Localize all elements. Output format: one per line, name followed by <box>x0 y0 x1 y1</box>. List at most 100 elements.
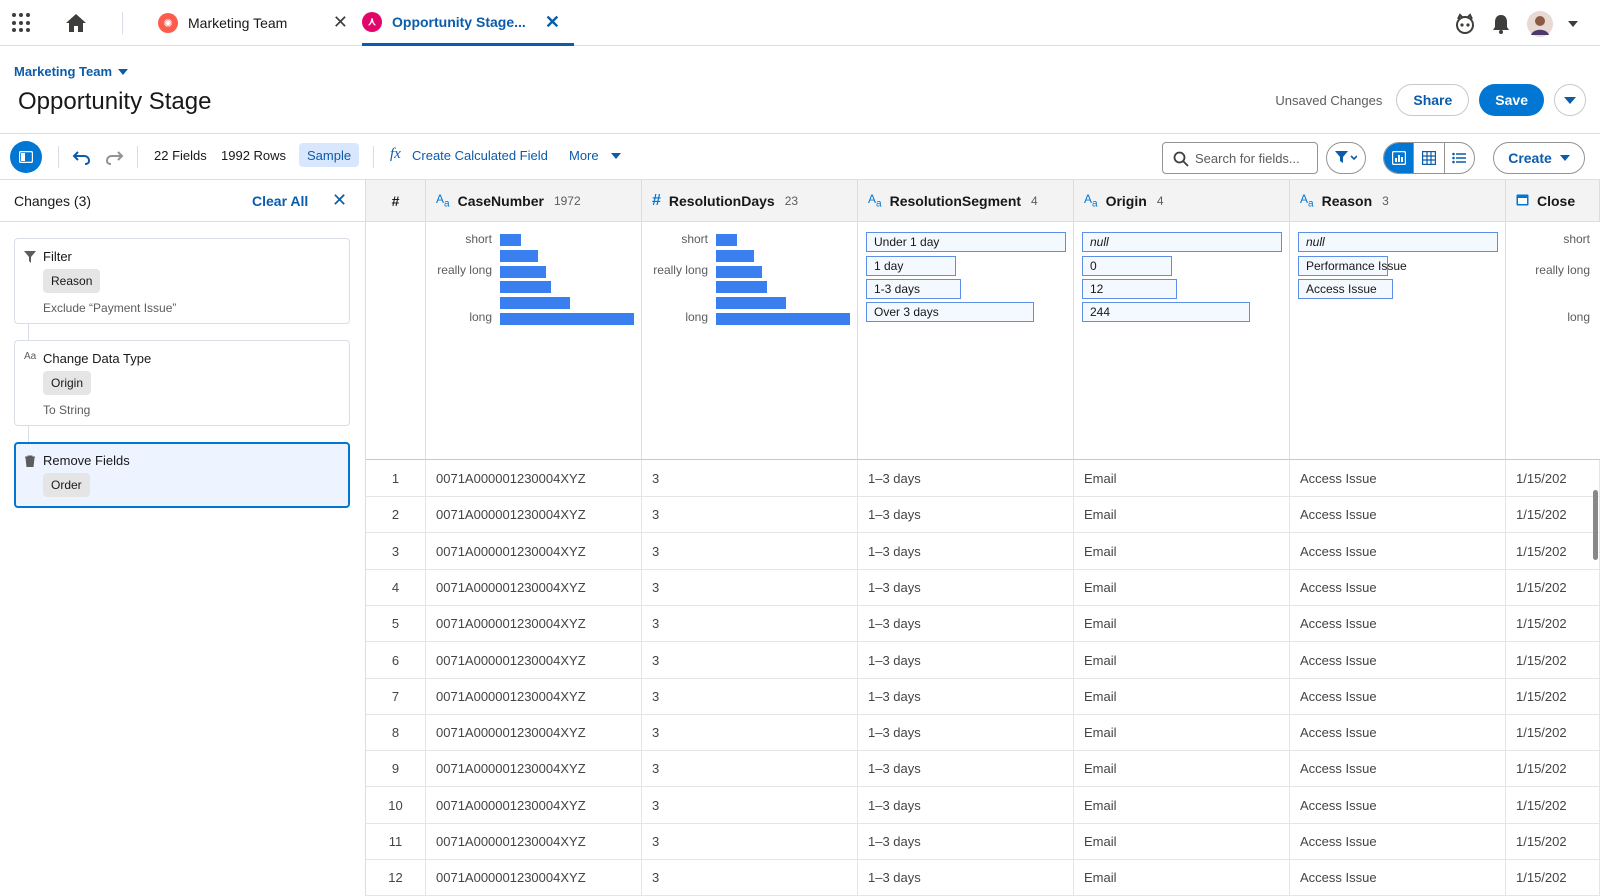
home-icon[interactable] <box>64 12 88 34</box>
table-row[interactable]: 10 0071A000001230004XYZ 3 1–3 days Email Acce… <box>366 786 1600 824</box>
table-row[interactable]: 6 0071A000001230004XYZ 3 1–3 days Email Acces… <box>366 641 1600 679</box>
breadcrumb[interactable]: Marketing Team <box>14 64 129 79</box>
origin-cell[interactable]: Email <box>1074 532 1290 570</box>
resolutionsegment-cell[interactable]: 1–3 days <box>858 823 1074 860</box>
create-button[interactable]: Create <box>1493 142 1585 174</box>
resolutionsegment-cell[interactable]: 1–3 days <box>858 568 1074 606</box>
row-number-cell[interactable]: 5 <box>366 605 426 643</box>
row-number-cell[interactable]: 10 <box>366 786 426 824</box>
reason-cell[interactable]: Access Issue <box>1290 605 1506 643</box>
astro-icon[interactable] <box>1454 13 1476 35</box>
chevron-down-icon[interactable] <box>1568 21 1578 27</box>
histogram-bar[interactable] <box>716 249 754 262</box>
resolutiondays-cell[interactable]: 3 <box>642 714 858 752</box>
column-header-close[interactable]: Close <box>1506 180 1600 222</box>
resolutionsegment-cell[interactable]: 1–3 days <box>858 677 1074 715</box>
reason-cell[interactable]: Access Issue <box>1290 677 1506 715</box>
row-number-cell[interactable]: 8 <box>366 714 426 752</box>
category-bar[interactable]: 1-3 days <box>866 279 961 299</box>
reason-cell[interactable]: Access Issue <box>1290 823 1506 860</box>
origin-cell[interactable]: Email <box>1074 568 1290 606</box>
reason-cell[interactable]: Access Issue <box>1290 859 1506 896</box>
reason-cell[interactable]: Access Issue <box>1290 496 1506 534</box>
table-row[interactable]: 7 0071A000001230004XYZ 3 1–3 days Email Acces… <box>366 677 1600 715</box>
resolutionsegment-cell[interactable]: 1–3 days <box>858 532 1074 570</box>
row-number-cell[interactable]: 11 <box>366 823 426 860</box>
table-row[interactable]: 8 0071A000001230004XYZ 3 1–3 days Email Acces… <box>366 714 1600 752</box>
table-row[interactable]: 9 0071A000001230004XYZ 3 1–3 days Email Acces… <box>366 750 1600 788</box>
resolutionsegment-cell[interactable]: 1–3 days <box>858 496 1074 534</box>
close-cell[interactable]: 1/15/202 <box>1506 568 1600 606</box>
create-calculated-field-button[interactable]: Create Calculated Field <box>412 148 548 163</box>
origin-cell[interactable]: Email <box>1074 786 1290 824</box>
casenumber-cell[interactable]: 0071A000001230004XYZ <box>426 786 642 824</box>
origin-cell[interactable]: Email <box>1074 641 1290 679</box>
resolutiondays-cell[interactable]: 3 <box>642 823 858 860</box>
tab-marketing-team[interactable]: ✺ Marketing Team ✕ <box>158 0 348 46</box>
search-input[interactable]: Search for fields... <box>1162 142 1318 174</box>
panel-toggle-button[interactable] <box>10 141 42 173</box>
origin-cell[interactable]: Email <box>1074 859 1290 896</box>
histogram-bar[interactable] <box>500 249 538 262</box>
resolutionsegment-cell[interactable]: 1–3 days <box>858 750 1074 788</box>
resolutionsegment-cell[interactable]: 1–3 days <box>858 460 1074 497</box>
resolutiondays-cell[interactable]: 3 <box>642 750 858 788</box>
close-cell[interactable]: 1/15/202 <box>1506 496 1600 534</box>
table-row[interactable]: 12 0071A000001230004XYZ 3 1–3 days Email Acce… <box>366 859 1600 896</box>
avatar[interactable] <box>1526 10 1554 38</box>
table-row[interactable]: 11 0071A000001230004XYZ 3 1–3 days Email Acce… <box>366 823 1600 860</box>
list-view-button[interactable] <box>1445 143 1474 173</box>
close-cell[interactable]: 1/15/202 <box>1506 859 1600 896</box>
bell-icon[interactable] <box>1490 13 1512 35</box>
resolutiondays-cell[interactable]: 3 <box>642 568 858 606</box>
histogram-bar[interactable] <box>500 234 521 246</box>
resolutiondays-cell[interactable]: 3 <box>642 859 858 896</box>
close-cell[interactable]: 1/15/202 <box>1506 460 1600 497</box>
grid-view-button[interactable] <box>1413 143 1445 173</box>
clear-all-button[interactable]: Clear All <box>252 193 308 209</box>
reason-cell[interactable]: Access Issue <box>1290 460 1506 497</box>
resolutiondays-cell[interactable]: 3 <box>642 677 858 715</box>
close-cell[interactable]: 1/15/202 <box>1506 532 1600 570</box>
change-item-remove-fields[interactable]: Remove Fields Order <box>14 442 350 508</box>
category-bar[interactable]: Over 3 days <box>866 302 1034 322</box>
category-bar[interactable]: null <box>1082 232 1282 252</box>
column-header-resolutionsegment[interactable]: Aa ResolutionSegment 4 <box>858 180 1074 222</box>
origin-cell[interactable]: Email <box>1074 714 1290 752</box>
row-number-cell[interactable]: 9 <box>366 750 426 788</box>
histogram-bar[interactable] <box>500 265 546 278</box>
close-cell[interactable]: 1/15/202 <box>1506 750 1600 788</box>
close-cell[interactable]: 1/15/202 <box>1506 641 1600 679</box>
profile-view-button[interactable] <box>1384 143 1414 173</box>
close-cell[interactable]: 1/15/202 <box>1506 677 1600 715</box>
row-number-cell[interactable]: 3 <box>366 532 426 570</box>
histogram-bar[interactable] <box>716 265 762 278</box>
category-bar[interactable]: Under 1 day <box>866 232 1066 252</box>
casenumber-cell[interactable]: 0071A000001230004XYZ <box>426 460 642 497</box>
casenumber-cell[interactable]: 0071A000001230004XYZ <box>426 750 642 788</box>
row-number-cell[interactable]: 6 <box>366 641 426 679</box>
casenumber-cell[interactable]: 0071A000001230004XYZ <box>426 496 642 534</box>
category-bar[interactable]: 1 day <box>866 256 956 276</box>
resolutiondays-cell[interactable]: 3 <box>642 786 858 824</box>
row-number-cell[interactable]: 4 <box>366 568 426 606</box>
close-cell[interactable]: 1/15/202 <box>1506 786 1600 824</box>
table-row[interactable]: 5 0071A000001230004XYZ 3 1–3 days Email Acces… <box>366 605 1600 643</box>
close-icon[interactable]: ✕ <box>332 190 347 211</box>
histogram-bar[interactable] <box>500 313 634 325</box>
resolutiondays-cell[interactable]: 3 <box>642 532 858 570</box>
column-header-resolutiondays[interactable]: # ResolutionDays 23 <box>642 180 858 222</box>
resolutionsegment-cell[interactable]: 1–3 days <box>858 641 1074 679</box>
category-bar[interactable]: Performance Issue <box>1298 256 1407 276</box>
origin-cell[interactable]: Email <box>1074 677 1290 715</box>
table-row[interactable]: 3 0071A000001230004XYZ 3 1–3 days Email Acces… <box>366 532 1600 570</box>
histogram-bar[interactable] <box>716 281 767 294</box>
undo-icon[interactable] <box>72 147 92 167</box>
casenumber-cell[interactable]: 0071A000001230004XYZ <box>426 605 642 643</box>
table-row[interactable]: 2 0071A000001230004XYZ 3 1–3 days Email Acces… <box>366 496 1600 534</box>
resolutiondays-cell[interactable]: 3 <box>642 460 858 497</box>
close-tab-icon[interactable]: ✕ <box>545 13 560 31</box>
reason-cell[interactable]: Access Issue <box>1290 641 1506 679</box>
histogram-bar[interactable] <box>716 313 850 325</box>
tab-opportunity-stage[interactable]: ⋏ Opportunity Stage... ✕ <box>362 0 574 46</box>
